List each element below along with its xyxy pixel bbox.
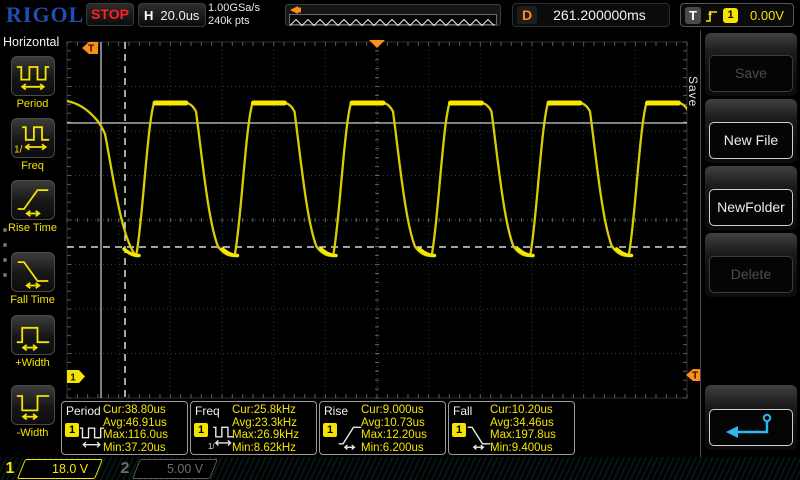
soft-button-slot: Delete [705,233,797,297]
channel1-number: 1 [3,460,17,478]
measurement-row: Cur:9.000us [361,404,427,417]
rise-icon [337,420,363,452]
minus-width-icon [13,387,53,423]
fall-time-icon [13,254,53,290]
channel1-tag[interactable]: 1 18.0 V [3,458,99,479]
rise-time-icon [13,182,53,218]
new-file-button[interactable]: New File [709,122,793,159]
sidebar-item-minus-width[interactable]: -Width [0,385,65,439]
channel-status-bar: 1 18.0 V 2 5.00 V [0,457,800,480]
channel2-scale: 5.00 V [167,462,203,476]
svg-text:T: T [692,371,698,382]
measurement-panel-freq[interactable]: Freq 1 1/ Cur:25.8kHz Avg:23.3kHz Max:26… [190,401,317,455]
t-label: T [685,7,701,24]
measurement-row: Max:116.0us [103,429,168,442]
soft-button-slot [705,385,797,450]
sidebar-item-rise-time[interactable]: Rise Time [0,180,65,234]
channel2-tag[interactable]: 2 5.00 V [118,458,214,479]
save-button[interactable]: Save [709,55,793,92]
brand-logo: RIGOL [6,2,84,28]
measurement-row: Max:197.8us [490,429,556,442]
h-label: H [144,8,153,23]
fall-icon [466,420,492,452]
measurement-row: Avg:34.46us [490,417,556,430]
measurement-row: Max:26.9kHz [232,429,299,442]
channel2-number: 2 [118,460,132,478]
measurement-panel-period[interactable]: Period 1 Cur:38.80us Avg:46.91us Max:116… [61,401,188,455]
sidebar-item-freq[interactable]: 1/ Freq [0,118,65,172]
menu-tab-label: Save [686,76,700,107]
run-state-badge[interactable]: STOP [86,3,134,26]
right-soft-menu: Save New File NewFolder Delete [700,30,800,460]
measurement-row: Min:37.20us [103,442,168,455]
measurement-row: Min:8.62kHz [232,442,299,455]
measurement-row: Min:9.400us [490,442,556,455]
period-icon [13,58,53,94]
menu-page-dots [3,228,7,277]
new-folder-button[interactable]: NewFolder [709,189,793,226]
delay-value: 261.200000ms [553,7,646,23]
horizontal-timebase-box[interactable]: H 20.0us [138,3,206,27]
measurement-panel-fall[interactable]: Fall 1 Cur:10.20us Avg:34.46us Max:197.8… [448,401,575,455]
dc-coupling-icon [32,465,45,473]
measurement-row: Max:12.20us [361,429,427,442]
edge-trigger-icon [705,7,719,24]
measurement-row: Min:6.200us [361,442,427,455]
measurement-row: Cur:25.8kHz [232,404,299,417]
top-status-bar: RIGOL STOP H 20.0us 1.00GSa/s 240k pts D… [0,0,800,30]
window-position-marker [289,6,303,14]
period-icon [79,420,105,452]
measurement-row: Avg:23.3kHz [232,417,299,430]
sidebar-item-fall-time[interactable]: Fall Time [0,252,65,306]
sample-rate: 1.00GSa/s [208,2,260,15]
channel1-scale: 18.0 V [52,462,88,476]
sidebar-item-plus-width[interactable]: +Width [0,315,65,369]
channel-badge: 1 [452,423,466,437]
measurement-row: Cur:38.80us [103,404,168,417]
oscilloscope-screen: RIGOL STOP H 20.0us 1.00GSa/s 240k pts D… [0,0,800,480]
memory-depth: 240k pts [208,15,260,28]
svg-text:T: T [88,44,94,55]
trigger-level-marker[interactable]: T [686,369,700,382]
channel-badge: 1 [65,423,79,437]
delay-box[interactable]: D 261.200000ms [512,3,670,27]
soft-button-slot: NewFolder [705,166,797,230]
freq-icon: 1/ [13,120,53,156]
measurement-panel-rise[interactable]: Rise 1 Cur:9.000us Avg:10.73us Max:12.20… [319,401,446,455]
left-menu-title: Horizontal [0,30,65,49]
svg-text:1: 1 [70,373,76,384]
sidebar-item-period[interactable]: Period [0,56,65,110]
measurement-row: Avg:46.91us [103,417,168,430]
soft-button-slot: New File [705,99,797,163]
measurement-row: Avg:10.73us [361,417,427,430]
trigger-source-badge: 1 [723,8,738,23]
trigger-level-value: 0.00V [750,8,784,23]
channel-badge: 1 [194,423,208,437]
return-button[interactable] [709,409,793,446]
return-arrow-icon [710,410,794,444]
svg-text:1/: 1/ [14,144,22,155]
soft-button-slot: Save [705,33,797,96]
acquisition-info: 1.00GSa/s 240k pts [208,2,260,28]
timebase-value: 20.0us [160,8,199,23]
channel-badge: 1 [323,423,337,437]
delete-button[interactable]: Delete [709,256,793,293]
freq-icon: 1/ [208,420,234,452]
measurement-row: Cur:10.20us [490,404,556,417]
trigger-box[interactable]: T 1 0.00V [680,3,794,27]
plus-width-icon [13,317,53,353]
dc-coupling-icon [147,465,160,473]
left-function-menu: Horizontal Period 1/ Freq Rise Time [0,30,65,456]
d-label: D [517,6,537,24]
svg-text:1/: 1/ [208,442,215,451]
memory-waveform-thumbnail [290,17,496,28]
graticule: T 1 T [65,30,700,455]
waveform-memory-preview[interactable] [285,4,501,26]
